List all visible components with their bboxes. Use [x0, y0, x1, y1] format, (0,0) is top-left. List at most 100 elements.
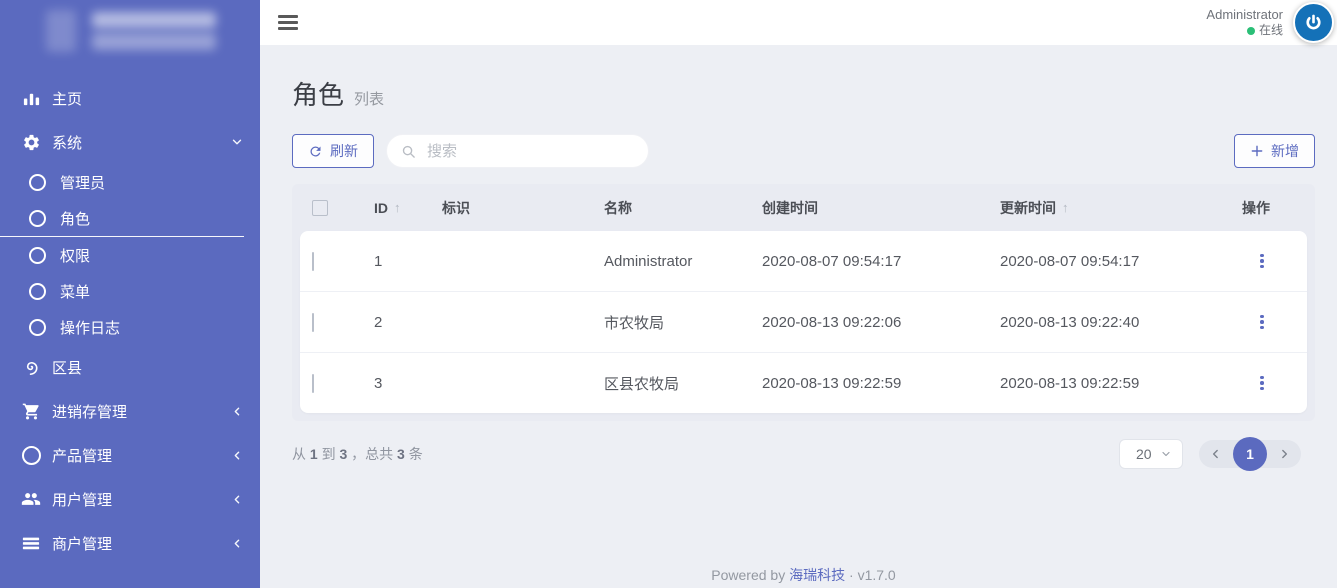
- sidebar-item-label: 商户管理: [52, 533, 112, 554]
- header-cell-id[interactable]: ID ↑: [374, 200, 442, 216]
- circle-icon: [29, 247, 46, 264]
- app-window: 主页 系统 管理员 角色 权限: [0, 0, 1337, 588]
- add-label: 新增: [1271, 141, 1299, 161]
- search-input[interactable]: [425, 142, 634, 161]
- page-controls: 1: [1199, 440, 1301, 468]
- brand-link[interactable]: 海瑞科技: [789, 567, 845, 583]
- page-subtitle: 列表: [354, 88, 384, 109]
- chevron-right-icon: [1277, 447, 1291, 461]
- circle-icon: [29, 174, 46, 191]
- table-row[interactable]: 1 Administrator 2020-08-07 09:54:17 2020…: [300, 231, 1307, 291]
- page-header: 角色 列表: [292, 75, 1315, 112]
- sidebar-item-home[interactable]: 主页: [0, 76, 244, 120]
- sidebar-nav: 主页 系统 管理员 角色 权限: [0, 68, 260, 565]
- header-cell-identifier: 标识: [442, 198, 604, 218]
- sidebar-item-label: 管理员: [60, 172, 105, 193]
- page-footer: Powered by 海瑞科技 · v1.7.0: [292, 565, 1315, 585]
- search-box: [386, 134, 649, 168]
- page-content: 角色 列表 刷新 新增: [260, 45, 1337, 588]
- refresh-icon: [308, 144, 323, 159]
- cell-id: 3: [374, 375, 442, 392]
- search-icon: [401, 144, 416, 159]
- chevron-down-icon: [1160, 448, 1172, 460]
- pagination: 20 1: [1119, 439, 1301, 469]
- circle-icon: [29, 210, 46, 227]
- sidebar: 主页 系统 管理员 角色 权限: [0, 0, 260, 588]
- chevron-left-icon: [231, 449, 244, 462]
- table-row[interactable]: 3 区县农牧局 2020-08-13 09:22:59 2020-08-13 0…: [300, 352, 1307, 413]
- toolbar: 刷新 新增: [292, 134, 1315, 168]
- sidebar-item-merchant[interactable]: 商户管理: [0, 521, 244, 565]
- sidebar-item-label: 操作日志: [60, 317, 120, 338]
- select-all-checkbox[interactable]: [312, 200, 328, 216]
- app-logo[interactable]: [0, 6, 260, 68]
- sidebar-item-label: 系统: [52, 132, 82, 153]
- sidebar-item-label: 主页: [52, 88, 82, 109]
- cell-updated: 2020-08-13 09:22:59: [1000, 375, 1242, 392]
- sidebar-item-user[interactable]: 用户管理: [0, 477, 244, 521]
- chevron-left-icon: [231, 493, 244, 506]
- sidebar-item-menu[interactable]: 菜单: [0, 273, 244, 309]
- cell-created: 2020-08-07 09:54:17: [762, 253, 1000, 270]
- column-label: 更新时间: [1000, 198, 1056, 218]
- gear-icon: [19, 133, 43, 152]
- sidebar-item-inventory[interactable]: 进销存管理: [0, 389, 244, 433]
- sort-asc-icon: ↑: [394, 200, 401, 215]
- powered-by-label: Powered by: [711, 567, 785, 583]
- row-actions-menu-icon[interactable]: [1250, 249, 1274, 273]
- cart-icon: [19, 402, 43, 421]
- circle-icon: [29, 283, 46, 300]
- current-page-button[interactable]: 1: [1233, 437, 1267, 471]
- sidebar-item-permission[interactable]: 权限: [0, 237, 244, 273]
- row-actions-menu-icon[interactable]: [1250, 371, 1274, 395]
- header-cell-updated[interactable]: 更新时间 ↑: [1000, 198, 1242, 218]
- sidebar-item-label: 角色: [60, 208, 90, 229]
- sidebar-item-system[interactable]: 系统: [0, 120, 244, 164]
- table-header-row: ID ↑ 标识 名称 创建时间 更新时间 ↑ 操作: [292, 184, 1315, 231]
- prev-page-button[interactable]: [1207, 445, 1225, 463]
- sidebar-item-district[interactable]: 区县: [0, 345, 244, 389]
- sort-asc-icon: ↑: [1062, 200, 1069, 215]
- row-checkbox[interactable]: [312, 374, 314, 393]
- version-label: v1.7.0: [858, 567, 896, 583]
- sidebar-item-oplog[interactable]: 操作日志: [0, 309, 244, 345]
- add-button[interactable]: 新增: [1234, 134, 1315, 168]
- cell-id: 1: [374, 253, 442, 270]
- refresh-button[interactable]: 刷新: [292, 134, 374, 168]
- summary-total: 3: [397, 446, 405, 462]
- cell-id: 2: [374, 314, 442, 331]
- sidebar-item-label: 区县: [52, 357, 82, 378]
- logo-mark: [46, 10, 76, 52]
- sidebar-item-admin[interactable]: 管理员: [0, 164, 244, 200]
- main-area: Administrator 在线 角色 列表 刷新: [260, 0, 1337, 588]
- plus-icon: [1250, 144, 1264, 158]
- spiral-icon: [19, 358, 43, 377]
- sidebar-item-product[interactable]: 产品管理: [0, 433, 244, 477]
- topbar: Administrator 在线: [260, 0, 1337, 45]
- row-actions-menu-icon[interactable]: [1250, 310, 1274, 334]
- table-row[interactable]: 2 市农牧局 2020-08-13 09:22:06 2020-08-13 09…: [300, 291, 1307, 352]
- online-dot-icon: [1247, 27, 1255, 35]
- sidebar-item-label: 进销存管理: [52, 401, 127, 422]
- column-label: 名称: [604, 198, 632, 218]
- table-body: 1 Administrator 2020-08-07 09:54:17 2020…: [300, 231, 1307, 413]
- chevron-left-icon: [231, 537, 244, 550]
- roles-table: ID ↑ 标识 名称 创建时间 更新时间 ↑ 操作 1: [292, 184, 1315, 421]
- sidebar-item-role[interactable]: 角色: [0, 200, 244, 237]
- cell-created: 2020-08-13 09:22:59: [762, 375, 1000, 392]
- summary-to: 3: [339, 446, 347, 462]
- row-checkbox[interactable]: [312, 252, 314, 271]
- next-page-button[interactable]: [1275, 445, 1293, 463]
- row-checkbox[interactable]: [312, 313, 314, 332]
- sidebar-item-label: 用户管理: [52, 489, 112, 510]
- page-title: 角色: [292, 75, 344, 112]
- column-label: 操作: [1242, 198, 1270, 218]
- header-cell-select: [312, 200, 374, 216]
- refresh-label: 刷新: [330, 141, 358, 161]
- column-label: 创建时间: [762, 198, 818, 218]
- records-summary: 从 1 到 3 ，总共 3 条: [292, 444, 423, 464]
- page-size-select[interactable]: 20: [1119, 439, 1183, 469]
- logout-power-button[interactable]: [1293, 2, 1334, 43]
- hamburger-menu-icon[interactable]: [278, 15, 298, 30]
- logo-text-line1: [92, 12, 216, 28]
